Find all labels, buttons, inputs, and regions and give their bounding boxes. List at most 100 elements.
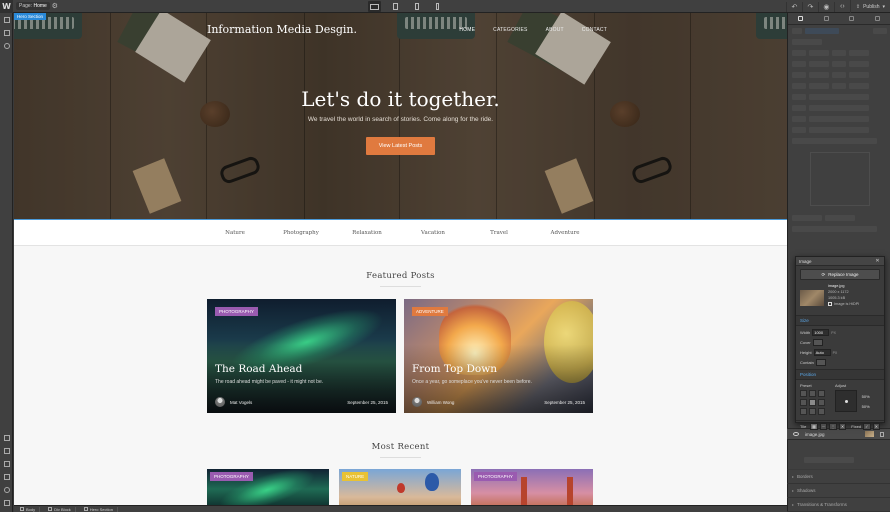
hero-subtitle[interactable]: We travel the world in search of stories… — [14, 116, 787, 123]
nav-link-contact[interactable]: CONTACT — [582, 27, 607, 33]
section-label: Transitions & Transforms — [797, 502, 847, 507]
tile-horizontal-icon[interactable]: ⋯ — [819, 423, 828, 430]
post-title[interactable]: The Road Ahead — [215, 363, 302, 375]
featured-post-card[interactable]: PHOTOGRAPHY The Road Ahead The road ahea… — [207, 299, 396, 413]
assets-icon[interactable] — [0, 470, 13, 483]
symbols-icon[interactable] — [0, 457, 13, 470]
recent-heading[interactable]: Most Recent — [14, 442, 787, 452]
close-icon[interactable]: ✕ — [874, 258, 881, 265]
navigator-icon[interactable] — [0, 431, 13, 444]
close-icon[interactable]: ✕ — [872, 423, 880, 430]
post-tag[interactable]: PHOTOGRAPHY — [474, 472, 517, 481]
hero-section[interactable]: Hero Section Information Media Desgin. H… — [14, 13, 787, 219]
breadcrumb-item[interactable]: Body — [16, 506, 41, 512]
page-selector[interactable]: Page: Home — [16, 2, 50, 10]
width-input[interactable]: 1000 — [812, 329, 830, 336]
interactions-tab-icon[interactable] — [865, 13, 890, 24]
view-latest-posts-button[interactable]: View Latest Posts — [366, 137, 435, 155]
nav-link-about[interactable]: ABOUT — [546, 27, 564, 33]
section-borders[interactable]: ▸ Borders — [787, 470, 890, 484]
category-adventure[interactable]: Adventure — [550, 230, 579, 236]
mobile-landscape-icon[interactable] — [410, 1, 423, 12]
image-file-info: image.jpg 2000 x 1172 1005.3 kB Image is… — [796, 283, 884, 315]
tile-vertical-icon[interactable]: ⋮ — [829, 423, 837, 430]
category-nature[interactable]: Nature — [225, 230, 245, 236]
position-picker[interactable] — [835, 390, 857, 412]
preset-top-left[interactable] — [800, 390, 807, 397]
hidpi-label: Image is HiDPI — [834, 302, 860, 306]
hero-title[interactable]: Let's do it together. — [14, 87, 787, 111]
height-unit[interactable]: PX — [833, 351, 838, 355]
featured-heading[interactable]: Featured Posts — [14, 271, 787, 281]
width-unit[interactable]: PX — [831, 331, 836, 335]
settings-tab-icon[interactable] — [814, 13, 840, 24]
category-relaxation[interactable]: Relaxation — [352, 230, 382, 236]
post-tag[interactable]: PHOTOGRAPHY — [215, 307, 258, 316]
post-tag[interactable]: NATURE — [342, 472, 369, 481]
contain-toggle[interactable] — [815, 359, 826, 366]
site-navbar: Information Media Desgin. HOME CATEGORIE… — [207, 23, 607, 36]
nav-link-home[interactable]: HOME — [459, 27, 475, 33]
style-tab-icon[interactable] — [788, 13, 814, 24]
replace-image-button[interactable]: ⟳ Replace Image — [800, 269, 880, 280]
preset-center[interactable] — [809, 399, 816, 406]
cover-toggle[interactable] — [812, 339, 823, 346]
post-author[interactable]: Mat Vogels — [230, 400, 252, 405]
gear-icon[interactable]: ⚙ — [50, 1, 60, 11]
height-input[interactable]: Auto — [813, 349, 831, 356]
post-tag[interactable]: ADVENTURE — [412, 307, 448, 316]
preset-top-right[interactable] — [818, 390, 825, 397]
breadcrumb-item[interactable]: Hero Section — [80, 506, 118, 512]
nav-link-categories[interactable]: CATEGORIES — [493, 27, 527, 33]
tablet-device-icon[interactable] — [389, 1, 402, 12]
image-settings-popover: Image ✕ ⟳ Replace Image image.jpg 2000 x… — [795, 256, 885, 430]
post-title[interactable]: From Top Down — [412, 363, 497, 375]
pages-icon[interactable] — [0, 26, 13, 39]
post-author[interactable]: William Wong — [427, 400, 454, 405]
trash-icon[interactable] — [880, 431, 884, 437]
help-icon[interactable] — [0, 496, 13, 509]
preset-bottom-left[interactable] — [800, 408, 807, 415]
recent-post-card[interactable]: PHOTOGRAPHY — [207, 469, 329, 505]
checkbox-icon[interactable] — [828, 302, 832, 306]
navigator-tab-icon[interactable] — [839, 13, 865, 24]
logo[interactable]: W — [0, 0, 13, 13]
undo-icon[interactable]: ↶ — [785, 1, 802, 12]
category-photography[interactable]: Photography — [283, 230, 319, 236]
redo-icon[interactable]: ↷ — [801, 1, 818, 12]
featured-post-card[interactable]: ADVENTURE From Top Down Once a year, go … — [404, 299, 593, 413]
site-brand[interactable]: Information Media Desgin. — [207, 23, 357, 36]
preset-bottom-right[interactable] — [818, 408, 825, 415]
mobile-portrait-icon[interactable] — [431, 1, 444, 12]
post-tag[interactable]: PHOTOGRAPHY — [210, 472, 253, 481]
code-icon[interactable]: ‹› — [833, 1, 850, 12]
cms-icon[interactable] — [0, 39, 13, 52]
recent-post-card[interactable]: PHOTOGRAPHY — [471, 469, 593, 505]
category-vacation[interactable]: Vacation — [421, 230, 445, 236]
tile-both-icon[interactable]: ▦ — [810, 423, 818, 430]
preset-middle-right[interactable] — [818, 399, 825, 406]
category-travel[interactable]: Travel — [490, 230, 508, 236]
eye-icon[interactable] — [793, 432, 799, 436]
adjust-y-value[interactable]: 50% — [862, 403, 870, 410]
design-canvas[interactable]: Hero Section Information Media Desgin. H… — [14, 13, 787, 505]
preset-bottom-center[interactable] — [809, 408, 816, 415]
select-icon[interactable] — [0, 444, 13, 457]
recent-divider — [380, 457, 421, 458]
preview-icon[interactable]: ◉ — [817, 1, 834, 12]
selection-label[interactable]: Hero Section — [14, 13, 47, 20]
section-transitions[interactable]: ▸ Transitions & Transforms — [787, 498, 890, 512]
breadcrumb-item[interactable]: Div Block — [44, 506, 76, 512]
preset-top-center[interactable] — [809, 390, 816, 397]
hidpi-option[interactable]: Image is HiDPI — [828, 301, 859, 307]
fixed-checkbox[interactable]: ✓ — [863, 423, 871, 430]
add-element-icon[interactable] — [0, 13, 13, 26]
publish-button[interactable]: ⇪ Publish ▾ — [849, 0, 890, 13]
users-icon[interactable] — [0, 483, 13, 496]
preset-middle-left[interactable] — [800, 399, 807, 406]
tile-none-icon[interactable]: ✕ — [838, 423, 847, 430]
section-shadows[interactable]: ▸ Shadows — [787, 484, 890, 498]
recent-post-card[interactable]: NATURE — [339, 469, 461, 505]
adjust-x-value[interactable]: 50% — [862, 393, 870, 400]
desktop-device-icon[interactable] — [368, 1, 381, 12]
